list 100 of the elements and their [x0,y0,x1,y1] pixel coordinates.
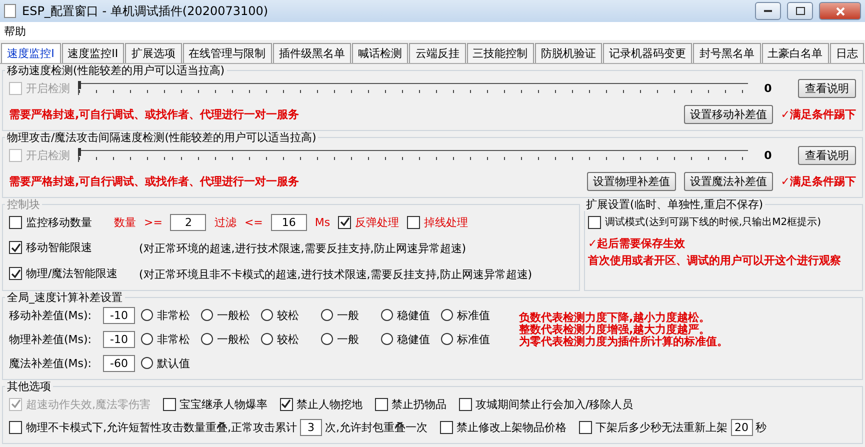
tab[interactable]: 记录机器码变更 [603,43,692,63]
radio-option[interactable]: 标准值 [441,308,495,322]
number-field[interactable]: 3 [300,418,322,436]
checkbox-square[interactable] [9,216,22,228]
set-value-button[interactable]: 设置魔法补差值 [684,172,773,190]
radio-option[interactable]: 非常松 [141,332,195,346]
radio-label: 标准值 [457,308,490,322]
checkbox-square[interactable] [9,420,22,434]
maximize-icon [796,7,804,15]
warning-text: 需要严格封速,可自行调试、或找作者、代理进行一对一服务 [9,106,300,122]
radio-circle[interactable] [381,309,393,321]
minimize-button[interactable] [755,2,781,20]
radio-circle[interactable] [321,309,333,321]
group-title: 扩展设置(临时、单独性,重启不保存) [585,198,764,211]
slider-thumb[interactable] [78,81,81,89]
checkbox-square[interactable] [458,398,472,410]
help-button[interactable]: 查看说明 [798,78,856,98]
close-icon [836,6,844,16]
radio-option[interactable]: 一般 [321,332,375,346]
radio-option[interactable]: 非常松 [141,308,195,322]
tab[interactable]: 喊话检测 [352,43,408,63]
close-button[interactable] [819,2,861,20]
tab[interactable]: 速度监控I [1,43,60,63]
help-button[interactable]: 查看说明 [798,146,856,164]
checkbox-square[interactable] [578,420,592,434]
radio-option[interactable]: 标准值 [441,332,495,346]
checkbox[interactable]: 移动智能限速 [9,240,92,256]
radio-option[interactable]: 一般松 [201,308,255,322]
checkbox-square[interactable] [9,267,22,280]
tab[interactable]: 速度监控II [62,43,124,63]
minimize-icon [764,10,772,12]
tab[interactable]: 在线管理与限制 [182,43,272,63]
checkbox-label: 宝宝继承人物爆率 [180,396,268,412]
count-field[interactable]: 2 [170,214,206,230]
note-text: ✓起后需要保存生效 [588,237,686,250]
maximize-button[interactable] [787,2,813,20]
checkbox[interactable]: 监控移动数量 [9,214,92,230]
checkbox-square[interactable] [407,216,420,228]
radio-circle[interactable] [261,333,273,345]
radio-option[interactable]: 较松 [261,308,315,322]
radio-circle[interactable] [381,333,393,345]
limit-description: (对正常环境的超速,进行技术限速,需要反挂支持,防止网速异常超速) [139,240,466,256]
tab[interactable]: 扩展选项 [125,43,182,63]
compensation-field[interactable]: -10 [103,306,135,324]
checkbox-label: 反弹处理 [355,214,400,230]
radio-option[interactable]: 一般 [321,308,375,322]
field-label: 物理补差值(Ms): [9,332,93,346]
tab[interactable]: 云端反挂 [409,43,466,63]
set-value-button[interactable]: 设置物理补差值 [586,172,676,190]
radio-option[interactable]: 稳健值 [381,308,435,322]
operator-text: <= [244,216,263,228]
radio-circle[interactable] [201,333,213,345]
group-title: 移动速度检测(性能较差的用户可以适当拉高) [6,64,226,77]
tab[interactable]: 封号黑名单 [693,43,760,63]
radio-circle[interactable] [141,357,153,369]
radio-label: 一般松 [217,308,250,322]
checkbox[interactable]: 反弹处理 [338,214,400,230]
radio-circle[interactable] [261,309,273,321]
radio-option[interactable]: 一般松 [201,332,255,346]
radio-label: 一般 [337,332,359,346]
radio-label: 默认值 [157,356,190,370]
radio-option[interactable]: 较松 [261,332,315,346]
radio-option[interactable]: 默认值 [141,356,195,370]
checkbox-square[interactable] [588,216,601,228]
slider-thumb[interactable] [78,148,81,156]
checkbox[interactable]: 禁止人物挖地 [280,396,362,412]
checkbox-square[interactable] [280,398,292,410]
checkbox[interactable]: 掉线处理 [407,214,468,230]
compensation-field[interactable]: -10 [103,330,135,348]
checkbox-square[interactable] [374,398,388,410]
radio-circle[interactable] [441,333,453,345]
window-title: ESP_配置窗口 - 单机调试插件(2020073100) [22,2,270,20]
radio-circle[interactable] [321,333,333,345]
checkbox[interactable]: 宝宝继承人物爆率 [162,396,268,412]
tab[interactable]: 土豪白名单 [762,43,829,63]
ms-field[interactable]: 16 [270,214,307,230]
radio-label: 较松 [277,332,299,346]
checkbox-square[interactable] [440,420,452,434]
set-value-button[interactable]: 设置移动补差值 [684,104,773,124]
checkbox[interactable]: 物理/魔法智能限速 [9,266,118,282]
checkbox-square[interactable] [338,216,352,228]
number-field[interactable]: 20 [730,418,752,436]
radio-circle[interactable] [141,333,153,345]
compensation-field[interactable]: -60 [103,354,135,372]
field-label: 移动补差值(Ms): [9,308,93,322]
check-icon [10,399,20,409]
radio-circle[interactable] [441,309,453,321]
checkbox-square[interactable] [162,398,176,410]
checkbox-square[interactable] [9,241,22,254]
checkbox-label: 禁止人物挖地 [296,396,362,412]
tab[interactable]: 日志 [830,43,864,63]
menu-item[interactable]: 帮助 [2,24,28,38]
tab[interactable]: 防脱机验证 [534,43,602,63]
radio-option[interactable]: 稳健值 [381,332,435,346]
tab[interactable]: 插件级黑名单 [272,43,351,63]
radio-circle[interactable] [141,309,153,321]
checkbox[interactable]: 禁止扔物品 [374,396,446,412]
radio-label: 稳健值 [397,308,430,322]
radio-circle[interactable] [201,309,213,321]
tab[interactable]: 三技能控制 [466,43,534,63]
